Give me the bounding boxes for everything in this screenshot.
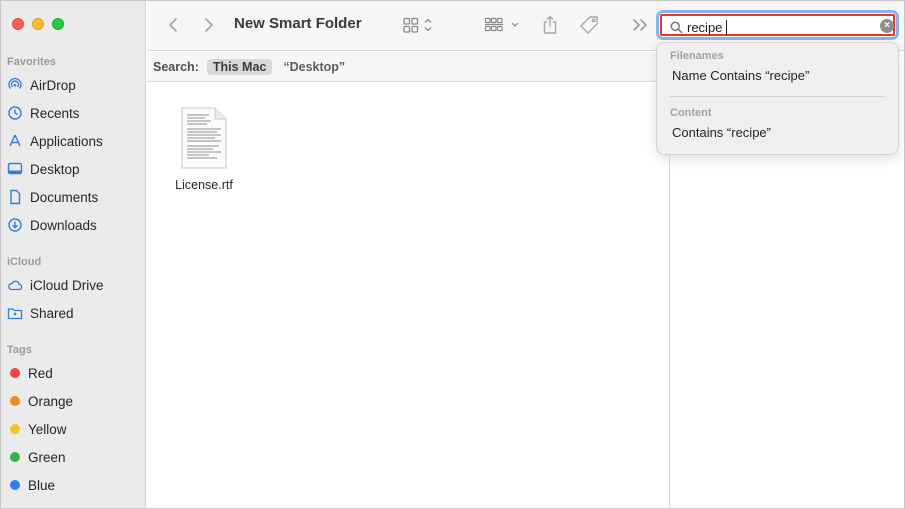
sidebar: Favorites AirDrop Recents Applications D… [1,1,146,508]
sidebar-item-label: iCloud Drive [30,277,104,293]
suggestion-header-filenames: Filenames [670,50,724,62]
sidebar-item-icloud-drive[interactable]: iCloud Drive [7,274,104,296]
sidebar-item-label: Desktop [30,161,80,177]
zoom-button[interactable] [52,18,64,30]
search-scope-bar: Search: This Mac “Desktop” [147,52,669,82]
applications-icon [7,133,23,149]
cloud-icon [7,277,23,293]
sidebar-tag-blue[interactable]: Blue [7,474,55,496]
search-suggestions-menu: Filenames Name Contains “recipe” Content… [656,42,899,155]
sidebar-item-airdrop[interactable]: AirDrop [7,74,76,96]
file-browser: License.rtf [147,83,669,508]
clock-icon [7,105,23,121]
sidebar-item-label: Applications [30,133,103,149]
search-input[interactable] [687,19,877,35]
download-icon [7,217,23,233]
sidebar-item-label: Shared [30,305,74,321]
sidebar-tag-red[interactable]: Red [7,362,53,384]
sidebar-tag-green[interactable]: Green [7,446,66,468]
sidebar-tag-yellow[interactable]: Yellow [7,418,67,440]
window-controls [12,18,64,30]
file-name: License.rtf [175,178,233,192]
sidebar-item-recents[interactable]: Recents [7,102,80,124]
tag-icon [580,16,598,34]
sidebar-item-label: Downloads [30,217,97,233]
tag-color-dot [10,396,20,406]
suggestion-name-contains[interactable]: Name Contains “recipe” [672,68,809,83]
sidebar-item-label: Recents [30,105,80,121]
sidebar-item-label: Blue [28,477,56,493]
file-item[interactable]: License.rtf [169,107,239,192]
tag-button[interactable] [579,13,601,37]
tag-color-dot [10,424,20,434]
back-button[interactable] [165,13,181,37]
sidebar-item-desktop[interactable]: Desktop [7,158,80,180]
shared-folder-icon [7,305,23,321]
sidebar-item-label: Red [28,365,53,381]
clear-search-icon[interactable]: × [880,19,894,33]
scope-desktop-button[interactable]: “Desktop” [283,60,345,74]
sidebar-section-favorites: Favorites [7,56,56,68]
grid-view-icon [403,17,432,33]
sidebar-item-label: Green [28,449,66,465]
airdrop-icon [7,77,23,93]
sidebar-section-tags: Tags [7,344,32,356]
sidebar-section-icloud: iCloud [7,256,42,268]
document-icon [7,189,23,205]
close-button[interactable] [12,18,24,30]
desktop-icon [7,161,23,177]
forward-button[interactable] [201,13,217,37]
search-field-highlight: × [660,14,895,36]
view-mode-button[interactable] [402,13,438,37]
sidebar-item-downloads[interactable]: Downloads [7,214,97,236]
chevron-right-icon [205,18,213,32]
sidebar-tag-orange[interactable]: Orange [7,390,73,412]
search-scope-label: Search: [153,59,199,74]
group-icon [484,17,519,32]
text-caret [726,20,727,35]
suggestion-content-contains[interactable]: Contains “recipe” [672,125,771,140]
minimize-button[interactable] [32,18,44,30]
suggestion-header-content: Content [670,107,712,119]
rtf-document-icon [180,107,228,169]
window-title: New Smart Folder [234,15,362,32]
sidebar-item-label: AirDrop [30,77,76,93]
suggestion-divider [670,96,885,97]
tag-color-dot [10,480,20,490]
chevron-left-icon [169,18,177,32]
sidebar-item-label: Orange [28,393,74,409]
sidebar-item-applications[interactable]: Applications [7,130,103,152]
scope-this-mac-button[interactable]: This Mac [206,58,273,75]
tag-color-dot [10,368,20,378]
sidebar-item-documents[interactable]: Documents [7,186,98,208]
double-chevron-right-icon [633,19,647,31]
share-button[interactable] [541,13,559,37]
share-icon [543,15,557,34]
search-icon [670,21,683,34]
finder-window: Favorites AirDrop Recents Applications D… [0,0,905,509]
sidebar-item-shared[interactable]: Shared [7,302,74,324]
search-field[interactable]: × [656,10,899,40]
sidebar-item-label: Yellow [28,421,67,437]
sidebar-item-label: Documents [30,189,99,205]
group-by-button[interactable] [484,13,522,37]
tag-color-dot [10,452,20,462]
more-toolbar-button[interactable] [631,13,649,37]
